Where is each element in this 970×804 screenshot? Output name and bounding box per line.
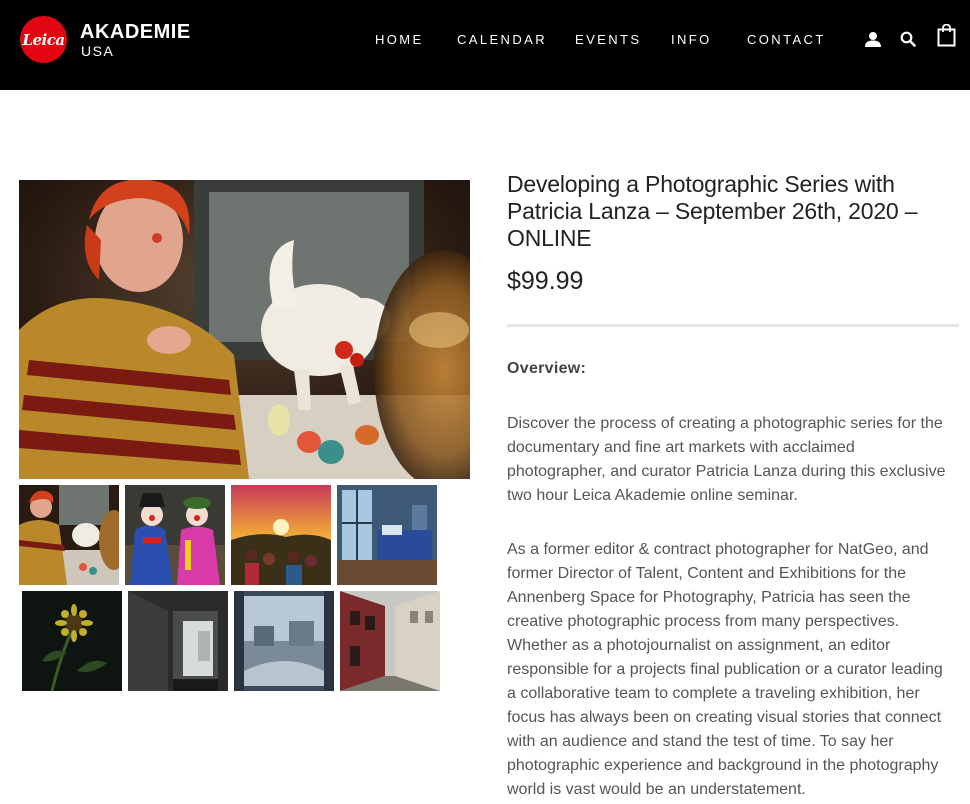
thumbnail-3[interactable] (231, 485, 331, 585)
thumbnail-1[interactable] (19, 485, 119, 585)
thumbnail-6[interactable] (128, 591, 228, 691)
thumbnail-5[interactable] (22, 591, 122, 691)
shopping-bag-icon[interactable] (937, 24, 956, 47)
description-paragraph-2: As a former editor & contract photograph… (507, 541, 943, 798)
product-main-image[interactable] (19, 180, 470, 479)
site-header: Leica AKADEMIE USA HOME CALENDAR EVENTS … (0, 0, 970, 90)
user-icon[interactable] (864, 31, 882, 48)
thumb-bedroom-window (337, 485, 437, 585)
thumb-red-street (340, 591, 440, 691)
thumbnail-8[interactable] (340, 591, 440, 691)
thumb-clown-woman-cat (19, 485, 119, 585)
product-title: Developing a Photographic Series with Pa… (507, 171, 918, 251)
nav-home[interactable]: HOME (375, 32, 424, 48)
divider (507, 324, 959, 327)
thumb-sunset-crowd (231, 485, 331, 585)
nav-calendar[interactable]: CALENDAR (457, 32, 547, 48)
product-price: $99.99 (507, 267, 584, 295)
logo-text: Leica (22, 30, 65, 49)
thumb-window-rooftops (234, 591, 334, 691)
clown-woman-cat-photo (19, 180, 470, 479)
description-paragraph-1: Discover the process of creating a photo… (507, 415, 946, 504)
overview-heading: Overview: (507, 360, 587, 377)
leica-logo[interactable]: Leica (20, 16, 67, 63)
thumb-sunflower-night (22, 591, 122, 691)
search-icon[interactable] (900, 31, 916, 47)
thumbnail-4[interactable] (337, 485, 437, 585)
brand-subtitle: USA (81, 43, 115, 59)
nav-events[interactable]: EVENTS (575, 32, 641, 48)
thumbnail-2[interactable] (125, 485, 225, 585)
brand-title[interactable]: AKADEMIE (80, 21, 191, 44)
nav-contact[interactable]: CONTACT (747, 32, 826, 48)
thumb-two-clowns (125, 485, 225, 585)
thumbnail-7[interactable] (234, 591, 334, 691)
nav-info[interactable]: INFO (671, 32, 712, 48)
thumb-dark-hallway (128, 591, 228, 691)
